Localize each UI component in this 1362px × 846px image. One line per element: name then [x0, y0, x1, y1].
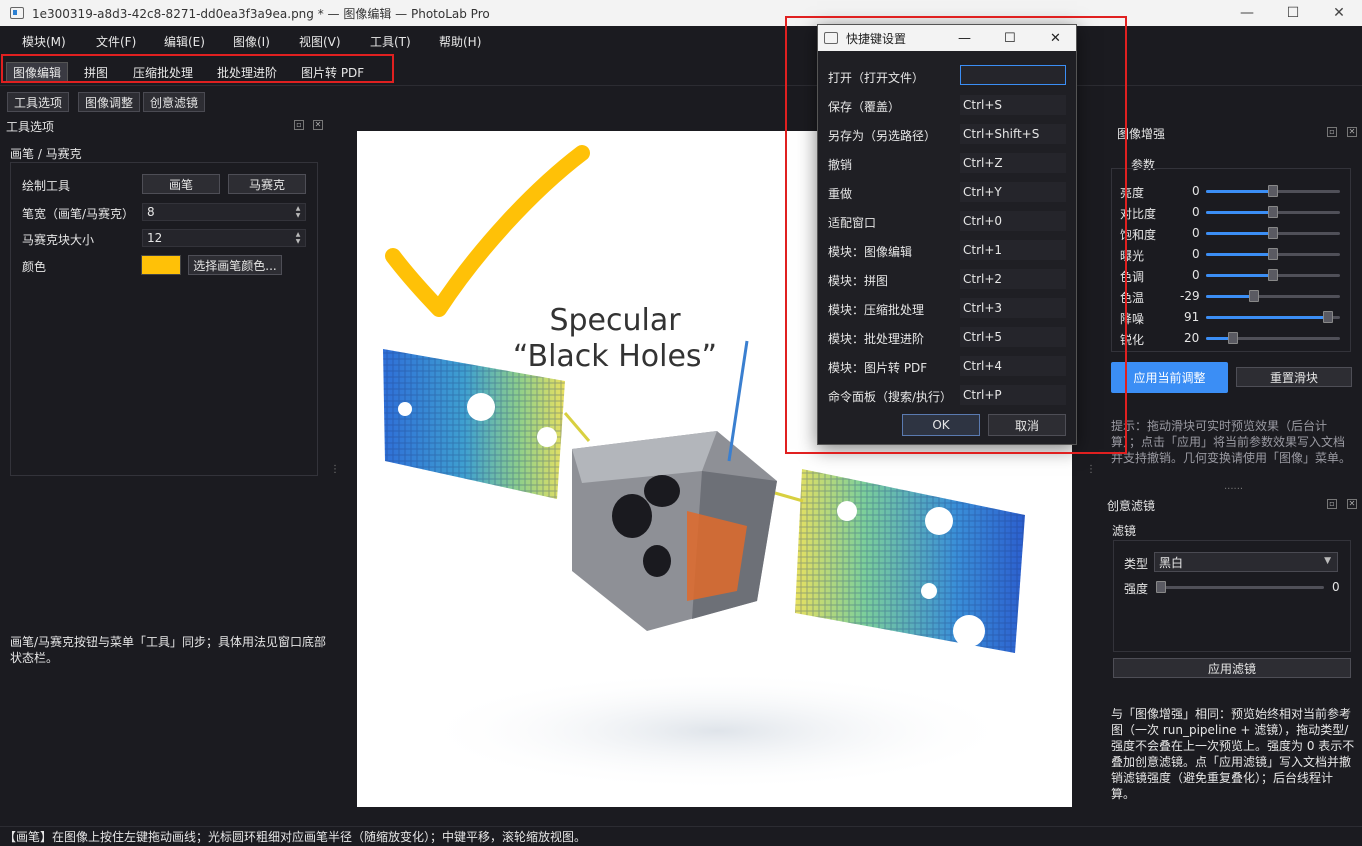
shadow-shape — [417, 671, 1017, 791]
brush-button[interactable]: 画笔 — [142, 174, 220, 194]
slider-handle[interactable] — [1227, 332, 1238, 344]
slider-handle[interactable] — [1268, 269, 1278, 281]
menu-tools[interactable]: 工具(T) — [370, 33, 411, 50]
brush-sync-note: 画笔/马赛克按钮与菜单「工具」同步；具体用法见窗口底部状态栏。 — [10, 635, 327, 665]
filter-strength-value: 0 — [1332, 580, 1340, 594]
filter-group-title: 滤镜 — [1112, 524, 1137, 538]
menu-edit[interactable]: 编辑(E) — [164, 33, 205, 50]
slider-value: 0 — [1192, 226, 1200, 240]
tool-options-title: 工具选项 — [6, 119, 55, 134]
mosaic-size-label: 马赛克块大小 — [22, 233, 95, 247]
strength-slider-handle[interactable] — [1156, 581, 1166, 593]
menu-help[interactable]: 帮助(H) — [439, 33, 481, 50]
mosaic-size-spinbox[interactable]: 12 ▲ ▼ — [142, 229, 306, 247]
slider-value: 91 — [1184, 310, 1200, 324]
highlight-box-tabs — [1, 54, 394, 83]
chevron-down-icon: ▼ — [1324, 556, 1331, 566]
color-label: 颜色 — [22, 260, 47, 274]
slider-fill — [1206, 190, 1273, 193]
slider-handle[interactable] — [1268, 185, 1278, 197]
toolbar-tool-options[interactable]: 工具选项 — [7, 92, 70, 112]
slider-fill — [1206, 316, 1328, 319]
apply-filter-button[interactable]: 应用滤镜 — [1113, 658, 1351, 678]
slider-value: 20 — [1184, 331, 1200, 345]
group-title-brush: 画笔 / 马赛克 — [10, 147, 82, 161]
slider-fill — [1206, 295, 1255, 298]
brush-checkmark-stroke — [385, 145, 590, 317]
filter-type-select[interactable]: 黑白 ▼ — [1154, 552, 1338, 572]
brush-width-value: 8 — [147, 205, 155, 219]
filter-type-label: 类型 — [1124, 557, 1149, 571]
float-icon[interactable]: ▫ — [294, 120, 304, 130]
filter-note: 与「图像增强」相同：预览始终相对当前参考图（一次 run_pipeline + … — [1111, 707, 1355, 801]
slider-value: -29 — [1180, 289, 1200, 303]
minimize-button[interactable]: — — [1224, 0, 1270, 26]
filter-strength-label: 强度 — [1124, 582, 1149, 596]
reset-sliders-button[interactable]: 重置滑块 — [1236, 367, 1352, 387]
brush-width-spinbox[interactable]: 8 ▲ ▼ — [142, 203, 306, 221]
menu-bar: 模块(M) 文件(F) 编辑(E) 图像(I) 视图(V) 工具(T) 帮助(H… — [0, 26, 1362, 56]
slider-value: 0 — [1192, 184, 1200, 198]
close-icon[interactable]: ✕ — [313, 120, 323, 130]
highlight-box-dialog — [785, 16, 1127, 454]
splitter-handle[interactable]: ······ — [1224, 484, 1243, 495]
slider-handle[interactable] — [1268, 206, 1278, 218]
caption-line-1: Specular — [549, 303, 681, 338]
brush-width-label: 笔宽（画笔/马赛克） — [22, 207, 135, 221]
splitter-handle[interactable]: ⋮ — [330, 464, 340, 475]
toolbar-creative-filter[interactable]: 创意滤镜 — [143, 92, 206, 112]
spin-arrows-icon[interactable]: ▲ ▼ — [293, 231, 303, 245]
mosaic-size-value: 12 — [147, 231, 163, 245]
menu-module[interactable]: 模块(M) — [22, 33, 66, 50]
slider-fill — [1206, 211, 1273, 214]
apply-adjust-button[interactable]: 应用当前调整 — [1111, 362, 1228, 393]
slider-handle[interactable] — [1249, 290, 1260, 302]
mosaic-button[interactable]: 马赛克 — [228, 174, 306, 194]
slider-handle[interactable] — [1268, 248, 1278, 260]
params-groupbox — [1111, 168, 1351, 352]
spin-arrows-icon[interactable]: ▲ ▼ — [293, 205, 303, 219]
filter-panel-title: 创意滤镜 — [1107, 499, 1156, 513]
close-button[interactable]: ✕ — [1316, 0, 1362, 26]
enhance-hint: 提示：拖动滑块可实时预览效果（后台计算）；点击「应用」将当前参数效果写入文档并支… — [1111, 419, 1352, 465]
tool-options-header: 工具选项 — [0, 117, 330, 135]
choose-color-button[interactable]: 选择画笔颜色... — [188, 255, 282, 275]
float-icon[interactable]: ▫ — [1327, 127, 1337, 137]
slider-fill — [1206, 232, 1273, 235]
menu-view[interactable]: 视图(V) — [299, 33, 341, 50]
toolbar-image-adjust[interactable]: 图像调整 — [78, 92, 141, 112]
splitter-handle[interactable]: ⋮ — [1086, 464, 1096, 475]
close-icon[interactable]: ✕ — [1347, 127, 1357, 137]
slider-handle[interactable] — [1322, 311, 1333, 323]
close-icon[interactable]: ✕ — [1347, 499, 1357, 509]
draw-tool-label: 绘制工具 — [22, 179, 71, 193]
slider-value: 0 — [1192, 268, 1200, 282]
float-icon[interactable]: ▫ — [1327, 499, 1337, 509]
dock-toolbar: 工具选项 图像调整 创意滤镜 — [0, 89, 1362, 115]
menu-file[interactable]: 文件(F) — [96, 33, 136, 50]
slider-value: 0 — [1192, 205, 1200, 219]
window-title: 1e300319-a8d3-42c8-8271-dd0ea3f3a9ea.png… — [32, 6, 490, 21]
status-bar: 【画笔】在图像上按住左键拖动画线；光标圆环粗细对应画笔半径（随缩放变化）；中键平… — [0, 826, 1362, 846]
strength-slider-track[interactable] — [1160, 586, 1324, 589]
slider-value: 0 — [1192, 247, 1200, 261]
slider-fill — [1206, 274, 1273, 277]
caption-line-2: “Black Holes” — [513, 339, 717, 374]
filter-type-value: 黑白 — [1159, 555, 1184, 570]
slider-fill — [1206, 253, 1273, 256]
brush-color-swatch[interactable] — [141, 255, 181, 275]
slider-handle[interactable] — [1268, 227, 1278, 239]
app-icon — [10, 7, 24, 19]
title-bar: 1e300319-a8d3-42c8-8271-dd0ea3f3a9ea.png… — [0, 0, 1362, 26]
menu-image[interactable]: 图像(I) — [233, 33, 270, 50]
maximize-button[interactable]: ☐ — [1270, 0, 1316, 26]
